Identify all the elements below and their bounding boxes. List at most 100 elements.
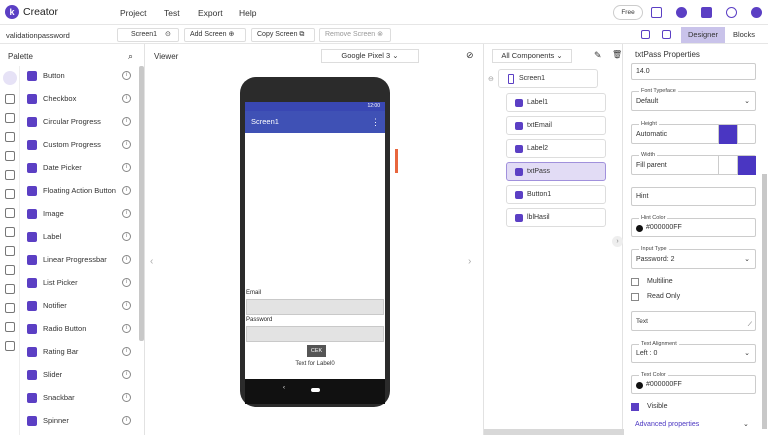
delete-icon[interactable]: 🗑 [612, 50, 622, 59]
social-category-icon[interactable] [5, 189, 15, 199]
advanced-properties-toggle[interactable]: Advanced properties [635, 421, 699, 428]
chevron-down-icon[interactable]: ⌄ [743, 420, 749, 428]
text-color-field[interactable]: Text Color #000000FF [631, 372, 756, 394]
add-screen-button[interactable]: Add Screen ⊕ [184, 28, 246, 42]
designer-tab[interactable]: Designer [681, 27, 725, 43]
info-icon[interactable]: i [122, 393, 131, 402]
layout-category-icon[interactable] [5, 94, 15, 104]
chevron-left-icon[interactable]: ‹ [150, 256, 153, 267]
email-textbox[interactable] [246, 299, 384, 315]
visible-checkbox[interactable] [631, 403, 639, 411]
settings-category-icon[interactable] [5, 341, 15, 351]
blocks-tab[interactable]: Blocks [727, 27, 761, 43]
palette-item[interactable]: Spinner i [20, 410, 138, 433]
edit-icon[interactable]: ✎ [594, 50, 602, 61]
palette-item[interactable]: Button i [20, 65, 138, 88]
info-icon[interactable]: i [122, 347, 131, 356]
logo-icon[interactable]: k [5, 5, 19, 19]
fill-parent-icon[interactable] [737, 125, 756, 144]
info-icon[interactable]: i [122, 94, 131, 103]
search-icon[interactable]: ⌕ [128, 51, 133, 62]
info-icon[interactable]: i [122, 186, 131, 195]
result-label[interactable]: Text for Label0 [245, 361, 385, 367]
font-size-field[interactable]: 14.0 [631, 63, 756, 80]
text-alignment-select[interactable]: Text Alignment Left : 0 ⌄ [631, 341, 756, 363]
text-field[interactable]: Text ⟋ [631, 311, 756, 331]
preview-icon[interactable] [641, 30, 650, 39]
palette-item[interactable]: Label i [20, 226, 138, 249]
dollar-icon[interactable] [726, 7, 737, 18]
height-field[interactable]: Height Automatic [631, 121, 756, 144]
info-icon[interactable]: i [122, 209, 131, 218]
palette-item[interactable]: Custom Progress i [20, 134, 138, 157]
properties-scrollbar[interactable] [762, 174, 767, 429]
palette-item[interactable]: Circular Progress i [20, 111, 138, 134]
component-item[interactable]: txtPass [506, 162, 606, 181]
account-icon[interactable] [751, 7, 762, 18]
menu-help[interactable]: Help [239, 8, 256, 18]
menu-test[interactable]: Test [164, 8, 180, 18]
storage-category-icon[interactable] [5, 208, 15, 218]
components-scrollbar[interactable] [484, 429, 624, 435]
overflow-menu-icon[interactable]: ⋮ [371, 111, 380, 133]
info-icon[interactable]: i [122, 232, 131, 241]
info-icon[interactable]: i [122, 117, 131, 126]
font-typeface-select[interactable]: Font Typeface Default ⌄ [631, 88, 756, 111]
palette-item[interactable]: Image i [20, 203, 138, 226]
menu-project[interactable]: Project [120, 8, 146, 18]
component-item[interactable]: Label2 [506, 139, 606, 158]
sensors-category-icon[interactable] [5, 170, 15, 180]
google-category-icon[interactable] [5, 284, 15, 294]
palette-item[interactable]: Notifier i [20, 295, 138, 318]
collapse-icon[interactable]: ⊖ [488, 75, 494, 83]
component-item[interactable]: Button1 [506, 185, 606, 204]
hint-color-field[interactable]: Hint Color #000000FF [631, 215, 756, 237]
info-icon[interactable]: i [122, 255, 131, 264]
palette-scrollbar[interactable] [139, 66, 144, 341]
maps-category-icon[interactable] [5, 151, 15, 161]
connectivity-category-icon[interactable] [5, 227, 15, 237]
info-icon[interactable]: i [122, 370, 131, 379]
palette-item[interactable]: Date Picker i [20, 157, 138, 180]
monetization-category-icon[interactable] [5, 303, 15, 313]
device-icon[interactable] [662, 30, 671, 39]
wrap-content-icon[interactable] [718, 156, 737, 175]
component-item[interactable]: Label1 [506, 93, 606, 112]
components-filter[interactable]: All Components ⌄ [492, 49, 572, 63]
remove-screen-button[interactable]: Remove Screen ⊗ [319, 28, 391, 42]
info-icon[interactable]: i [122, 278, 131, 287]
hint-field[interactable]: Hint [631, 187, 756, 206]
info-icon[interactable]: i [122, 71, 131, 80]
password-textbox[interactable] [246, 326, 384, 342]
palette-item[interactable]: Linear Progressbar i [20, 249, 138, 272]
ui-category-icon[interactable] [3, 71, 17, 85]
password-label[interactable]: Password [246, 317, 272, 323]
info-icon[interactable]: i [122, 140, 131, 149]
screen-selector[interactable]: Screen1 ⊙ [117, 28, 179, 42]
chevron-right-icon[interactable]: › [468, 256, 471, 267]
wrap-content-icon[interactable] [718, 125, 737, 144]
copy-screen-button[interactable]: Copy Screen ⧉ [251, 28, 315, 42]
component-item[interactable]: lblHasil [506, 208, 606, 227]
folder-icon[interactable] [651, 7, 662, 18]
palette-item[interactable]: Radio Button i [20, 318, 138, 341]
palette-item[interactable]: Rating Bar i [20, 341, 138, 364]
multiline-checkbox[interactable] [631, 278, 639, 286]
fill-parent-icon[interactable] [737, 156, 756, 175]
info-icon[interactable]: i [122, 163, 131, 172]
info-icon[interactable]: i [122, 416, 131, 425]
resize-handle-icon[interactable]: ⟋ [748, 322, 752, 329]
drawing-category-icon[interactable] [5, 132, 15, 142]
palette-item[interactable]: Snackbar i [20, 387, 138, 410]
palette-item[interactable]: Checkbox i [20, 88, 138, 111]
component-item[interactable]: txtEmail [506, 116, 606, 135]
palette-item[interactable]: Slider i [20, 364, 138, 387]
viewer-scrollbar[interactable] [146, 429, 482, 435]
read-only-checkbox[interactable] [631, 293, 639, 301]
info-icon[interactable]: i [122, 324, 131, 333]
gallery-icon[interactable] [701, 7, 712, 18]
device-selector[interactable]: Google Pixel 3 ⌄ [321, 49, 419, 63]
component-screen1[interactable]: Screen1 [498, 69, 598, 88]
palette-icon[interactable] [676, 7, 687, 18]
width-field[interactable]: Width Fill parent [631, 152, 756, 175]
